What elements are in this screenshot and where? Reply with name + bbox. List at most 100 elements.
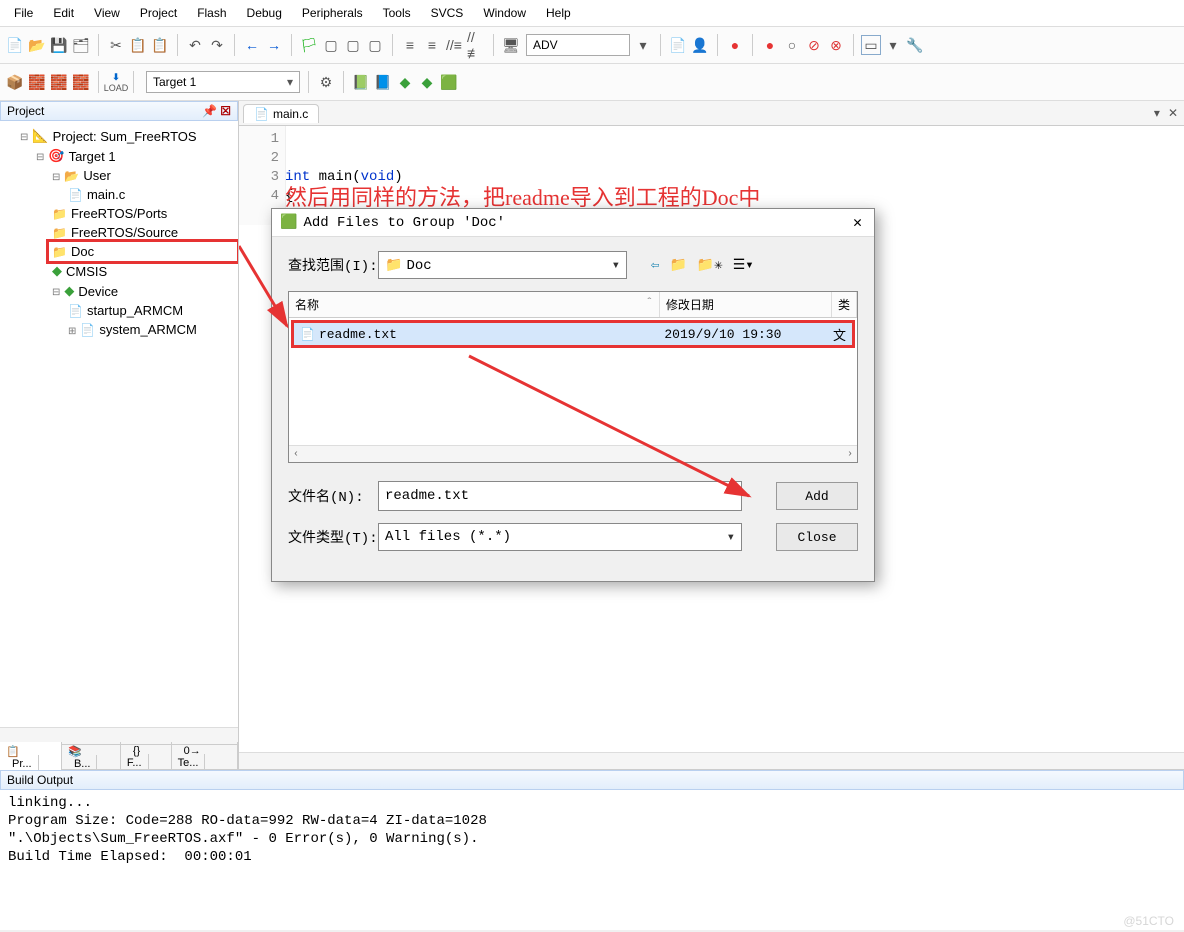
- batch-build-icon[interactable]: 🧱: [72, 73, 90, 91]
- tab-project[interactable]: 📋 Pr...: [0, 742, 62, 773]
- build-output-text[interactable]: linking... Program Size: Code=288 RO-dat…: [0, 790, 1184, 930]
- tree-target[interactable]: 🎯 Target 1: [46, 147, 117, 165]
- breakpoint-toggle-icon[interactable]: ⊗: [827, 36, 845, 54]
- menu-view[interactable]: View: [84, 4, 130, 22]
- tab-functions[interactable]: {} F...: [121, 742, 172, 772]
- tree-expand-icon[interactable]: [66, 325, 78, 338]
- tree-folder-doc[interactable]: Doc: [50, 243, 96, 260]
- toolbar-icon[interactable]: ▢: [344, 36, 362, 54]
- dropdown-icon[interactable]: ▾: [634, 36, 652, 54]
- up-icon[interactable]: 📁: [669, 257, 686, 274]
- tree-file-main-c[interactable]: main.c: [66, 186, 127, 203]
- file-list[interactable]: 名称 ˆ 修改日期 类 readme.txt 2019/9/10 19:30 文…: [288, 291, 858, 463]
- breakpoint-disable-icon[interactable]: [783, 36, 801, 54]
- options-icon[interactable]: [317, 73, 335, 91]
- view-menu-icon[interactable]: ☰▾: [733, 257, 754, 274]
- build-icon[interactable]: 🧱: [28, 73, 46, 91]
- dialog-titlebar[interactable]: 🟩Add Files to Group 'Doc' ✕: [272, 209, 874, 237]
- code-editor[interactable]: 1 2 3 4 5 int main(void) { 然后用同样的方法，把rea…: [239, 126, 1184, 752]
- undo-icon[interactable]: [186, 36, 204, 54]
- toolbar-icon[interactable]: ▢: [366, 36, 384, 54]
- monitor-icon[interactable]: 🖥: [502, 36, 520, 54]
- tree-collapse-icon[interactable]: [50, 286, 62, 299]
- col-date-header[interactable]: 修改日期: [660, 292, 832, 317]
- nav-back-icon[interactable]: [243, 36, 261, 54]
- tree-collapse-icon[interactable]: [50, 171, 62, 184]
- tree-project-root[interactable]: 📐 Project: Sum_FreeRTOS: [30, 127, 198, 145]
- indent-icon[interactable]: ≡: [401, 36, 419, 54]
- menu-svcs[interactable]: SVCS: [421, 4, 474, 22]
- menu-window[interactable]: Window: [473, 4, 536, 22]
- filetype-combo[interactable]: All files (*.*): [378, 523, 742, 551]
- rte-icon[interactable]: [418, 73, 436, 91]
- menu-tools[interactable]: Tools: [373, 4, 421, 22]
- back-icon[interactable]: ⇦: [651, 257, 659, 274]
- toolbar-icon[interactable]: 👤: [691, 36, 709, 54]
- find-box[interactable]: ADV: [526, 34, 630, 56]
- menu-help[interactable]: Help: [536, 4, 581, 22]
- comment-icon[interactable]: //≡: [445, 36, 463, 54]
- menu-edit[interactable]: Edit: [43, 4, 84, 22]
- cut-icon[interactable]: [107, 36, 125, 54]
- bookmark-icon[interactable]: [300, 36, 318, 54]
- download-icon[interactable]: LOAD: [107, 73, 125, 91]
- col-type-header[interactable]: 类: [832, 292, 857, 317]
- uncomment-icon[interactable]: //≢: [467, 36, 485, 54]
- tool-icon[interactable]: 🟩: [440, 73, 458, 91]
- menu-file[interactable]: File: [4, 4, 43, 22]
- copy-icon[interactable]: [129, 36, 147, 54]
- editor-tab-main-c[interactable]: main.c: [243, 104, 319, 123]
- add-button[interactable]: Add: [776, 482, 858, 510]
- scrollbar[interactable]: [239, 752, 1184, 769]
- tree-cmsis[interactable]: ◆ CMSIS: [50, 262, 109, 280]
- new-folder-icon[interactable]: 📁✳: [697, 257, 723, 274]
- breakpoint-kill-icon[interactable]: ⊘: [805, 36, 823, 54]
- window-icon[interactable]: ▭: [862, 36, 880, 54]
- tree-device[interactable]: ◆ Device: [62, 282, 120, 300]
- saveall-icon[interactable]: [72, 36, 90, 54]
- col-name-header[interactable]: 名称 ˆ: [289, 292, 660, 317]
- debug-icon[interactable]: [726, 36, 744, 54]
- tab-dropdown-icon[interactable]: ▾: [1154, 106, 1160, 120]
- new-icon[interactable]: [6, 36, 24, 54]
- menu-peripherals[interactable]: Peripherals: [292, 4, 373, 22]
- dialog-close-icon[interactable]: ✕: [849, 213, 866, 232]
- close-icon[interactable]: ☒: [220, 104, 231, 118]
- nav-forward-icon[interactable]: [265, 36, 283, 54]
- tree-folder-user[interactable]: User: [62, 167, 112, 184]
- tree-folder-freertos-source[interactable]: FreeRTOS/Source: [50, 224, 180, 241]
- tree-collapse-icon[interactable]: [18, 131, 30, 144]
- close-button[interactable]: Close: [776, 523, 858, 551]
- paste-icon[interactable]: [151, 36, 169, 54]
- menu-project[interactable]: Project: [130, 4, 187, 22]
- save-icon[interactable]: [50, 36, 68, 54]
- config-icon[interactable]: [906, 36, 924, 54]
- manage-icon[interactable]: 📘: [374, 73, 392, 91]
- pin-icon[interactable]: 📌: [202, 104, 214, 116]
- dropdown-icon[interactable]: ▾: [884, 36, 902, 54]
- menu-debug[interactable]: Debug: [237, 4, 292, 22]
- menu-flash[interactable]: Flash: [187, 4, 236, 22]
- rebuild-icon[interactable]: 🧱: [50, 73, 68, 91]
- file-row-readme[interactable]: readme.txt 2019/9/10 19:30 文: [294, 323, 852, 345]
- tree-folder-freertos-ports[interactable]: FreeRTOS/Ports: [50, 205, 169, 222]
- target-select[interactable]: Target 1: [146, 71, 300, 93]
- toolbar-icon[interactable]: 📄: [669, 36, 687, 54]
- outdent-icon[interactable]: ≡: [423, 36, 441, 54]
- pack-icon[interactable]: [396, 73, 414, 91]
- toolbar-icon[interactable]: ▢: [322, 36, 340, 54]
- tab-books[interactable]: 📚 B...: [62, 742, 121, 773]
- manage-icon[interactable]: 📗: [352, 73, 370, 91]
- filename-input[interactable]: readme.txt: [378, 481, 742, 511]
- open-icon[interactable]: [28, 36, 46, 54]
- breakpoint-icon[interactable]: [761, 36, 779, 54]
- tab-templates[interactable]: 0→ Te...: [172, 742, 238, 772]
- tree-file-startup[interactable]: startup_ARMCM: [66, 302, 185, 319]
- tree-file-system[interactable]: system_ARMCM: [78, 321, 198, 338]
- tree-collapse-icon[interactable]: [34, 151, 46, 164]
- redo-icon[interactable]: [208, 36, 226, 54]
- scrollbar[interactable]: ‹›: [289, 445, 857, 462]
- translate-icon[interactable]: 📦: [6, 73, 24, 91]
- tab-close-icon[interactable]: ✕: [1168, 106, 1178, 120]
- project-tree[interactable]: 📐 Project: Sum_FreeRTOS 🎯 Target 1 User …: [0, 121, 238, 727]
